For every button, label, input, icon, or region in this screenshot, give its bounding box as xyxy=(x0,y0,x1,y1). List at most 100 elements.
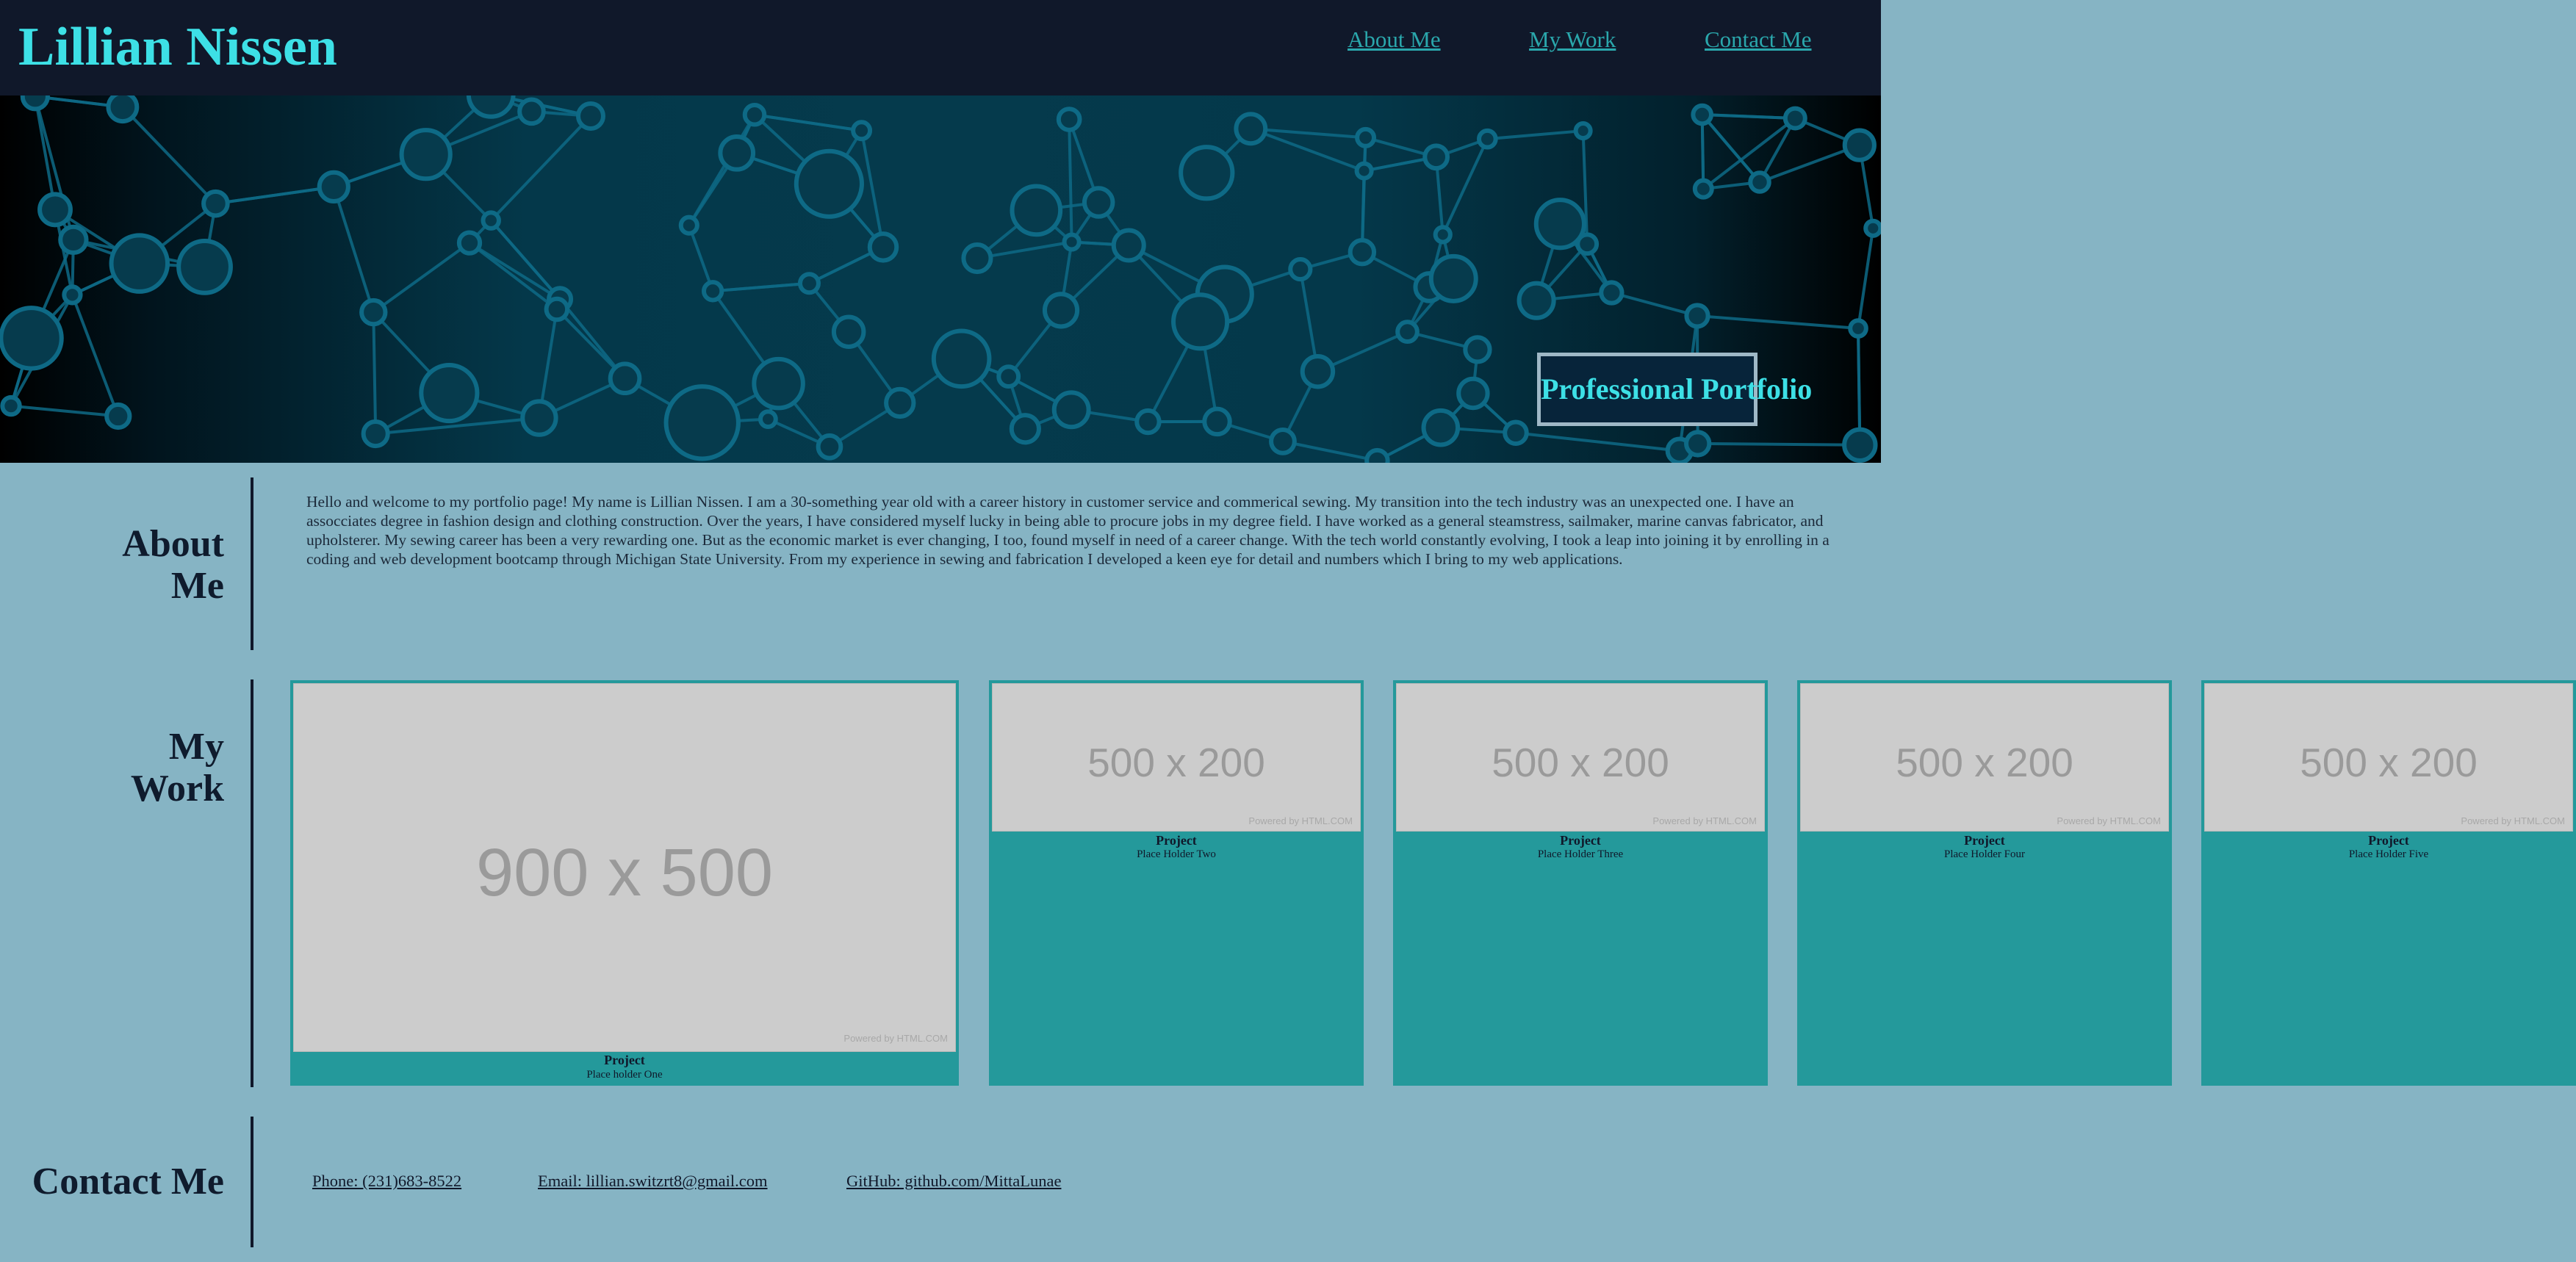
about-text: Hello and welcome to my portfolio page! … xyxy=(306,493,1830,568)
network-node xyxy=(517,97,546,126)
contact-github-link[interactable]: GitHub: github.com/MittaLunae xyxy=(846,1172,1061,1191)
contact-divider xyxy=(251,1117,253,1247)
project-card[interactable]: 500 x 200 Powered by HTML.COM Project Pl… xyxy=(989,680,1364,1086)
network-node xyxy=(1042,292,1080,329)
network-node xyxy=(851,120,873,142)
network-node xyxy=(1433,225,1453,245)
network-link xyxy=(1611,291,1698,317)
network-link xyxy=(712,281,810,293)
about-heading-line-1: About xyxy=(122,523,224,565)
project-subtitle: Place holder One xyxy=(586,1069,663,1081)
contact-email-link[interactable]: Email: lillian.switzrt8@gmail.com xyxy=(538,1172,768,1191)
network-node xyxy=(520,399,558,437)
network-link xyxy=(468,242,558,311)
network-node xyxy=(58,224,89,256)
project-subtitle: Place Holder Four xyxy=(1944,848,2025,860)
network-link xyxy=(1701,113,1761,184)
network-node xyxy=(1692,178,1714,200)
network-link xyxy=(1697,441,1860,447)
nav-link-my-work[interactable]: My Work xyxy=(1529,26,1616,53)
network-node xyxy=(867,231,899,263)
project-title: Project xyxy=(1560,833,1601,848)
nav-link-contact-me[interactable]: Contact Me xyxy=(1705,26,1812,53)
network-node xyxy=(608,361,642,396)
network-node xyxy=(797,272,821,295)
network-node xyxy=(831,314,866,349)
network-node xyxy=(37,192,73,228)
network-node xyxy=(1428,253,1478,303)
network-node xyxy=(1848,318,1868,339)
network-node xyxy=(359,298,388,327)
placeholder-credit: Powered by HTML.COM xyxy=(1652,815,1757,826)
network-node xyxy=(758,409,778,429)
site-header: Lillian Nissen About Me My Work Contact … xyxy=(0,0,1881,95)
network-node xyxy=(399,128,453,181)
network-node xyxy=(317,170,350,203)
work-divider xyxy=(251,679,253,1087)
network-node xyxy=(1300,354,1336,389)
network-node xyxy=(1009,413,1041,445)
network-link xyxy=(860,130,885,248)
network-node xyxy=(931,328,992,389)
network-node xyxy=(1355,126,1377,148)
network-node xyxy=(1395,320,1420,344)
network-node xyxy=(1111,228,1146,263)
network-node xyxy=(1684,303,1710,329)
project-title: Project xyxy=(2368,833,2409,848)
network-node xyxy=(1842,128,1877,162)
network-node xyxy=(0,394,22,417)
project-placeholder-image: 500 x 200 Powered by HTML.COM xyxy=(1396,683,1765,832)
network-node xyxy=(1051,390,1091,430)
network-link xyxy=(71,294,120,417)
network-node xyxy=(961,242,993,275)
about-divider xyxy=(251,477,253,650)
network-node xyxy=(1134,408,1162,436)
network-link xyxy=(1697,314,1859,331)
project-subtitle: Place Holder Two xyxy=(1137,848,1216,860)
hero-banner: Professional Portfolio xyxy=(0,95,1881,463)
network-link xyxy=(10,404,118,418)
network-node xyxy=(794,148,864,219)
network-node xyxy=(456,230,483,256)
placeholder-credit: Powered by HTML.COM xyxy=(843,1033,948,1044)
project-card[interactable]: 500 x 200 Powered by HTML.COM Project Pl… xyxy=(1797,680,2172,1086)
network-node xyxy=(678,214,699,236)
network-node xyxy=(20,95,50,112)
project-placeholder-image: 500 x 200 Powered by HTML.COM xyxy=(992,683,1361,832)
nav-link-about-me[interactable]: About Me xyxy=(1348,26,1441,53)
placeholder-size-label: 500 x 200 xyxy=(2300,740,2478,785)
network-node xyxy=(1062,232,1082,252)
placeholder-credit: Powered by HTML.COM xyxy=(2461,815,2565,826)
project-card[interactable]: 900 x 500 Powered by HTML.COM Project Pl… xyxy=(290,680,959,1086)
network-node xyxy=(109,233,170,294)
network-node xyxy=(1422,143,1450,171)
network-link xyxy=(688,114,756,226)
network-node xyxy=(361,419,390,449)
project-subtitle: Place Holder Five xyxy=(2348,848,2429,860)
network-node xyxy=(1463,335,1492,364)
network-node xyxy=(1179,145,1235,201)
network-link xyxy=(1282,439,1378,463)
network-node xyxy=(1517,281,1556,320)
network-node xyxy=(1269,427,1297,455)
network-link xyxy=(332,186,375,313)
network-link xyxy=(1068,119,1073,242)
project-card[interactable]: 500 x 200 Powered by HTML.COM Project Pl… xyxy=(1393,680,1768,1086)
network-node xyxy=(1573,121,1593,141)
project-card[interactable]: 500 x 200 Powered by HTML.COM Project Pl… xyxy=(2201,680,2576,1086)
network-node xyxy=(1056,107,1082,132)
network-node xyxy=(1348,237,1377,267)
network-node xyxy=(1476,128,1498,150)
network-node xyxy=(1288,256,1313,282)
project-title: Project xyxy=(604,1053,645,1067)
network-node xyxy=(201,189,230,218)
about-heading: About Me xyxy=(110,523,224,607)
network-node xyxy=(1082,186,1115,219)
contact-heading: Contact Me xyxy=(32,1161,224,1202)
network-link xyxy=(121,106,217,205)
about-heading-line-2: Me xyxy=(170,565,224,607)
project-title: Project xyxy=(1964,833,2005,848)
network-node xyxy=(1684,430,1712,458)
contact-phone-link[interactable]: Phone: (231)683-8522 xyxy=(312,1172,461,1191)
network-link xyxy=(489,219,561,300)
